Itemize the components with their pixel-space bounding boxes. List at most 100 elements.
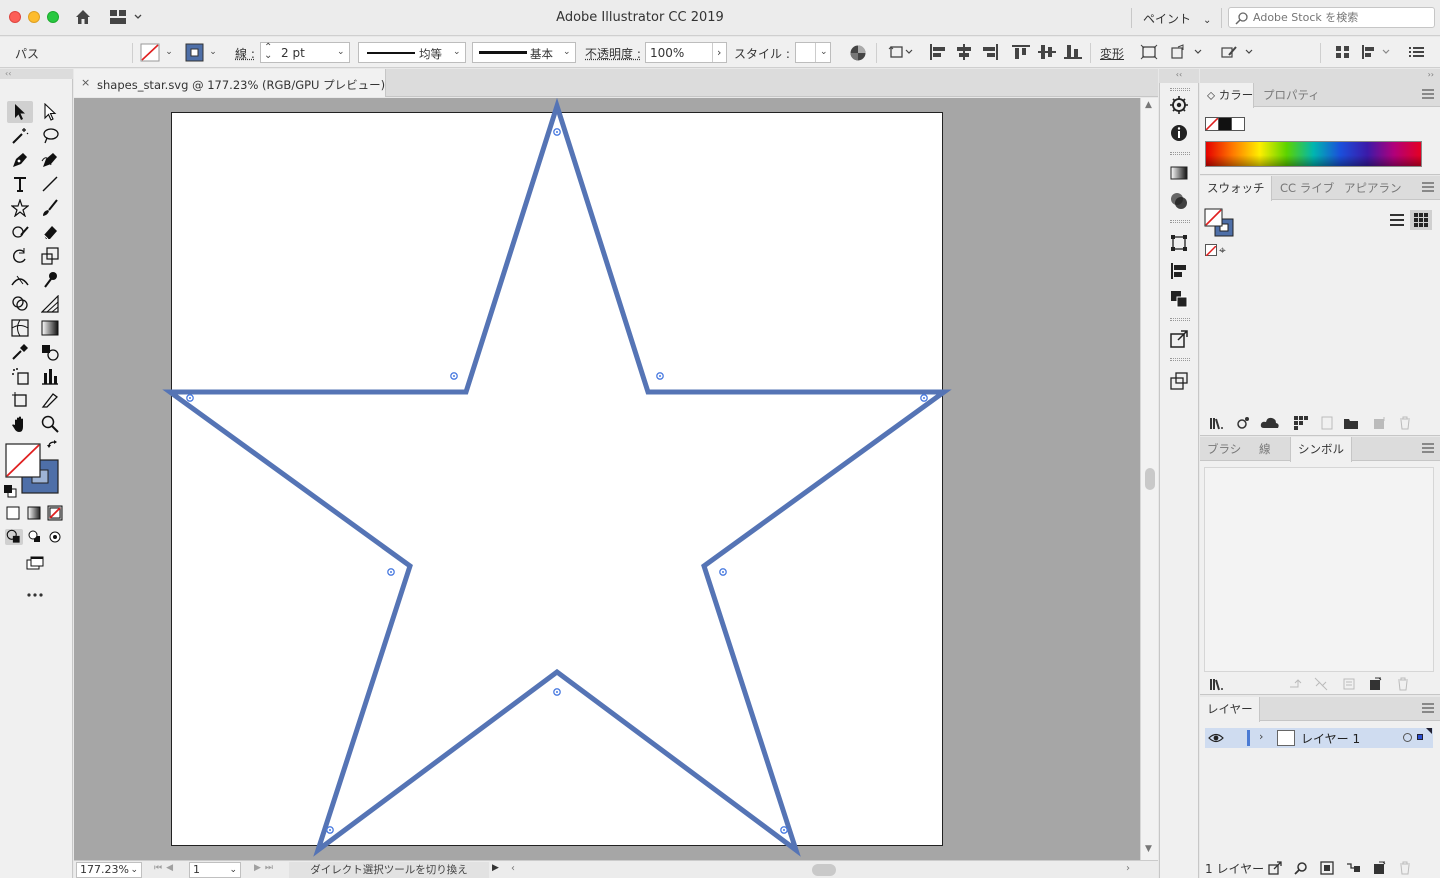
selection-tool[interactable] (7, 101, 33, 123)
icon-dock-collapse[interactable]: ‹‹ (1159, 69, 1199, 83)
align-horizontal-center-icon[interactable] (955, 44, 973, 60)
gpu-performance-icon[interactable] (1169, 95, 1189, 115)
curvature-tool[interactable] (37, 149, 63, 171)
star-path[interactable] (162, 98, 952, 857)
paintbrush-tool[interactable] (37, 197, 63, 219)
align-panel-icon[interactable] (1169, 261, 1189, 281)
new-sublayer-icon[interactable] (1346, 861, 1360, 875)
puppet-warp-icon[interactable] (1170, 44, 1204, 60)
align-to-icon[interactable] (888, 44, 914, 60)
horizontal-scroll-thumb[interactable] (812, 864, 836, 876)
stroke-label[interactable]: 線 : (235, 45, 255, 62)
align-left-icon[interactable] (929, 44, 947, 60)
swatch-fill-stroke[interactable] (1204, 208, 1236, 238)
scroll-up-icon[interactable]: ▲ (1145, 100, 1152, 110)
gradient-tool[interactable] (37, 317, 63, 339)
artboard-number-field[interactable]: 1 ⌄ (189, 862, 241, 878)
eyedropper-tool[interactable] (7, 341, 33, 363)
opacity-label[interactable]: 不透明度 : (585, 45, 641, 62)
magic-wand-tool[interactable] (7, 125, 33, 147)
panel-menu-icon[interactable] (1422, 443, 1434, 453)
locate-object-icon[interactable] (1294, 861, 1308, 875)
panel-menu-icon[interactable] (1422, 182, 1434, 192)
grid-view-icon[interactable] (1410, 210, 1432, 230)
star-tool[interactable] (7, 197, 33, 219)
asset-export-icon[interactable] (1169, 371, 1189, 391)
tab-swatches[interactable]: スウォッチ (1200, 176, 1272, 201)
brush-definition[interactable]: 基本 ⌄ (472, 42, 576, 63)
edit-options-icon[interactable] (1220, 44, 1256, 60)
zoom-level-field[interactable]: 177.23% ⌄ (76, 862, 142, 878)
stroke-weight-field[interactable]: ⌃ ⌄ 2 pt ⌄ (260, 42, 350, 63)
fill-color-swatch[interactable] (140, 42, 162, 63)
align-top-icon[interactable] (1012, 44, 1030, 60)
first-prev-artboard-icon[interactable]: ⏮◀ (154, 863, 177, 873)
dock-grip[interactable] (1170, 220, 1190, 223)
rotate-tool[interactable] (7, 245, 33, 267)
scroll-down-icon[interactable]: ▼ (1145, 844, 1152, 854)
star-artwork[interactable] (74, 98, 1140, 860)
vertical-scrollbar[interactable]: ▲ ▼ (1140, 98, 1158, 860)
panel-menu-icon[interactable] (1408, 44, 1426, 60)
registration-swatch-icon[interactable]: ⌖ (1219, 243, 1226, 258)
gradient-panel-icon[interactable] (1169, 163, 1189, 183)
artboard-tool[interactable] (7, 389, 33, 411)
panel-menu-icon[interactable] (1422, 703, 1434, 713)
pen-tool[interactable] (7, 149, 33, 171)
tab-properties[interactable]: プロパティ (1256, 83, 1327, 107)
cc-libraries-icon[interactable] (1260, 416, 1280, 430)
type-tool[interactable] (7, 173, 33, 195)
make-clipping-mask-icon[interactable] (1320, 861, 1334, 875)
transparency-icon[interactable] (1169, 191, 1189, 211)
dock-grip[interactable] (1170, 88, 1190, 91)
export-assets-icon[interactable] (1169, 329, 1189, 349)
pathfinder-icon[interactable] (1169, 289, 1189, 309)
color-spectrum[interactable] (1205, 141, 1422, 167)
layer-name[interactable]: レイヤー 1 (1301, 730, 1360, 747)
width-tool[interactable] (7, 269, 33, 291)
tab-color[interactable]: ⬦ カラー (1200, 83, 1254, 108)
default-fill-stroke-icon[interactable] (3, 484, 17, 498)
align-bottom-icon[interactable] (1064, 44, 1082, 60)
list-view-icon[interactable] (1386, 210, 1408, 230)
workspace-menu[interactable]: ペイント ⌄ (1143, 10, 1211, 27)
transform-panel-icon[interactable] (1169, 233, 1189, 253)
tools-collapse[interactable]: ‹‹ (0, 69, 73, 79)
minimize-window-button[interactable] (28, 11, 40, 23)
stock-search[interactable] (1228, 7, 1435, 28)
symbol-libraries-icon[interactable] (1210, 677, 1224, 691)
symbols-list[interactable] (1204, 467, 1434, 672)
swatch-options-icon[interactable] (1294, 416, 1308, 430)
canvas[interactable] (74, 98, 1140, 860)
direct-selection-tool[interactable] (37, 101, 63, 123)
line-segment-tool[interactable] (37, 173, 63, 195)
white-swatch[interactable] (1231, 117, 1245, 131)
hand-tool[interactable] (7, 413, 33, 435)
none-swatch[interactable] (1205, 117, 1219, 131)
none-swatch[interactable] (1205, 244, 1217, 257)
panel-menu-icon[interactable] (1422, 89, 1434, 99)
variable-width-profile[interactable]: 均等 ⌄ (358, 42, 466, 63)
none-mode-icon[interactable] (47, 505, 63, 521)
stock-search-input[interactable] (1253, 10, 1431, 25)
collect-for-export-icon[interactable] (1268, 861, 1282, 875)
distribute-icon[interactable] (1334, 44, 1352, 60)
document-tab[interactable]: × shapes_star.svg @ 177.23% (RGB/GPU プレビ… (74, 69, 386, 97)
perspective-grid-tool[interactable] (37, 293, 63, 315)
mesh-tool[interactable] (7, 317, 33, 339)
tab-stroke[interactable]: 線 (1252, 437, 1278, 461)
transform-link[interactable]: 変形 (1100, 45, 1124, 62)
workspace-switcher-icon[interactable] (110, 9, 142, 25)
tab-brushes[interactable]: ブラシ (1200, 437, 1248, 461)
scale-tool[interactable] (37, 245, 63, 267)
lasso-tool[interactable] (37, 125, 63, 147)
draw-inside-icon[interactable] (47, 529, 63, 545)
target-icon[interactable] (1403, 733, 1412, 742)
gradient-mode-icon[interactable] (26, 505, 42, 521)
layer-row[interactable]: › レイヤー 1 (1205, 728, 1433, 748)
slice-tool[interactable] (37, 389, 63, 411)
tab-symbols[interactable]: シンボル (1290, 437, 1352, 462)
shape-builder-tool[interactable] (7, 293, 33, 315)
draw-behind-icon[interactable] (27, 529, 43, 545)
scroll-right-icon[interactable]: › (1126, 863, 1130, 874)
